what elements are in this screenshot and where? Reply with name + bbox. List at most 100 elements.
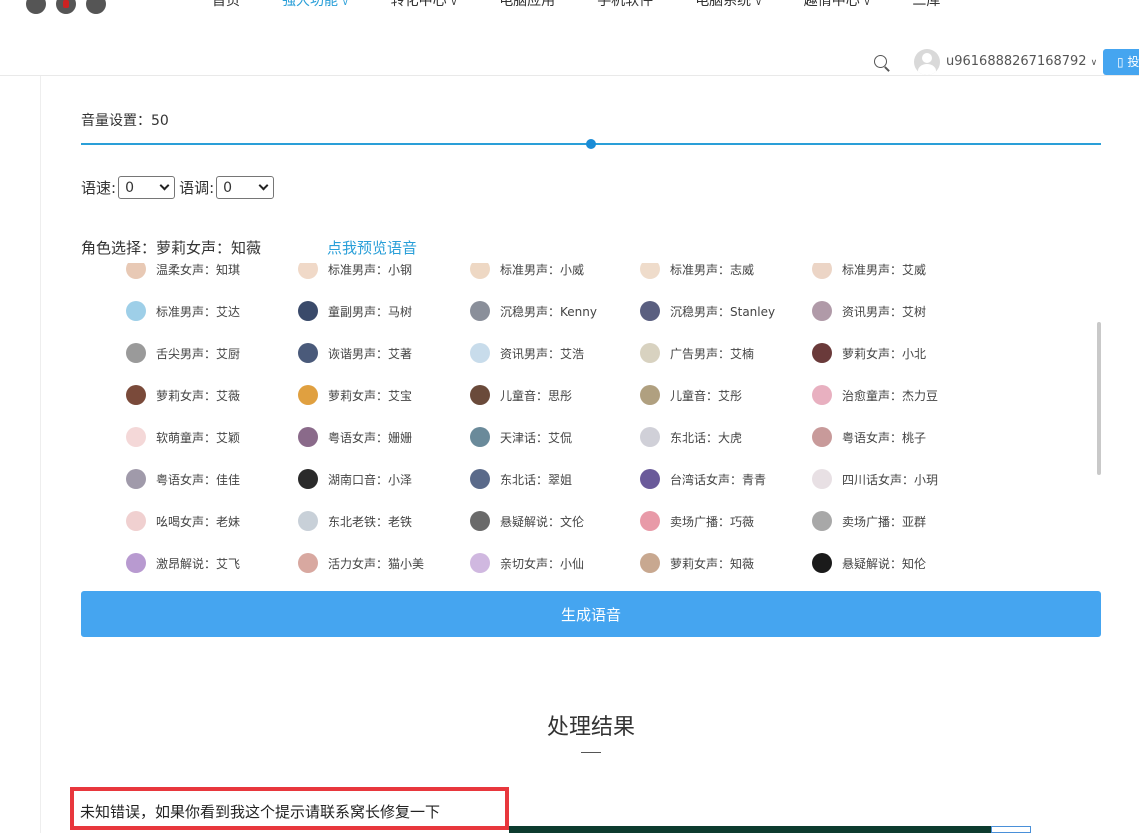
- voice-option[interactable]: 软萌童声：艾颖: [126, 426, 240, 448]
- voice-option[interactable]: 吆喝女声：老妹: [126, 510, 240, 532]
- voice-option[interactable]: 萝莉女声：小北: [812, 342, 926, 364]
- voice-option[interactable]: 东北老铁：老铁: [298, 510, 412, 532]
- chevron-down-icon: ∨: [450, 0, 458, 8]
- voice-avatar-icon: [640, 427, 660, 447]
- preview-voice-link[interactable]: 点我预览语音: [327, 237, 417, 258]
- tone-select[interactable]: 0: [216, 176, 275, 199]
- voice-option-label: 广告男声：艾楠: [670, 346, 755, 361]
- voice-option[interactable]: 东北话：翠姐: [470, 468, 572, 490]
- generate-voice-button[interactable]: 生成语音: [81, 591, 1101, 637]
- user-menu[interactable]: u9616888267168792 ∨: [946, 54, 1097, 69]
- voice-option[interactable]: 卖场广播：巧薇: [640, 510, 754, 532]
- voice-option[interactable]: 治愈童声：杰力豆: [812, 384, 938, 406]
- voice-option[interactable]: 童副男声：马树: [298, 300, 412, 322]
- voice-avatar-icon: [470, 343, 490, 363]
- voice-avatar-icon: [812, 263, 832, 279]
- logo-dot: [86, 0, 106, 14]
- voice-option[interactable]: 儿童音：艾彤: [640, 384, 742, 406]
- voice-avatar-icon: [126, 427, 146, 447]
- nav-item[interactable]: 转化中心 ∨: [391, 0, 458, 12]
- speed-select[interactable]: 0: [118, 176, 176, 199]
- voice-option[interactable]: 标准男声：志威: [640, 263, 754, 280]
- voice-option[interactable]: 沉稳男声：Stanley: [640, 300, 775, 322]
- voice-option[interactable]: 萝莉女声：艾宝: [298, 384, 412, 406]
- voice-option[interactable]: 四川话女声：小玥: [812, 468, 938, 490]
- voice-avatar-icon: [126, 553, 146, 573]
- ad-close-tag[interactable]: [991, 826, 1031, 833]
- voice-option-label: 萝莉女声：知薇: [670, 556, 755, 571]
- voice-avatar-icon: [298, 301, 318, 321]
- nav-item-label: 电脑应用: [499, 0, 556, 9]
- nav-item[interactable]: 二库: [912, 0, 940, 12]
- volume-value: 50: [151, 113, 169, 129]
- voice-option[interactable]: 萝莉女声：艾薇: [126, 384, 240, 406]
- voice-option[interactable]: 粤语女声：佳佳: [126, 468, 240, 490]
- voice-option[interactable]: 湖南口音：小泽: [298, 468, 412, 490]
- site-logo[interactable]: [26, 0, 106, 14]
- voice-option[interactable]: 标准男声：艾达: [126, 300, 240, 322]
- voice-avatar-icon: [298, 427, 318, 447]
- voice-option[interactable]: 亲切女声：小仙: [470, 552, 584, 574]
- voice-option[interactable]: 温柔女声：知琪: [126, 263, 240, 280]
- voice-option[interactable]: 悬疑解说：知伦: [812, 552, 926, 574]
- nav-item[interactable]: 强大功能 ∨: [282, 0, 349, 12]
- voice-option-label: 东北话：翠姐: [500, 472, 573, 487]
- voice-option[interactable]: 萝莉女声：知薇: [640, 552, 754, 574]
- voice-option-label: 亲切女声：小仙: [500, 556, 585, 571]
- voice-avatar-icon: [298, 385, 318, 405]
- voice-option[interactable]: 资讯男声：艾浩: [470, 342, 584, 364]
- voice-avatar-icon: [126, 343, 146, 363]
- voice-option[interactable]: 标准男声：小威: [470, 263, 584, 280]
- voice-option[interactable]: 粤语女声：姗姗: [298, 426, 412, 448]
- voice-list-scrollbar[interactable]: [1097, 322, 1101, 475]
- voice-option[interactable]: 舌尖男声：艾厨: [126, 342, 240, 364]
- voice-option[interactable]: 标准男声：艾威: [812, 263, 926, 280]
- voice-option-label: 资讯男声：艾浩: [500, 346, 585, 361]
- voice-option-label: 沉稳男声：Stanley: [670, 304, 776, 319]
- username-label: u9616888267168792: [946, 54, 1087, 69]
- voice-option[interactable]: 粤语女声：桃子: [812, 426, 926, 448]
- voice-option-label: 诙谐男声：艾著: [328, 346, 413, 361]
- voice-option[interactable]: 活力女声：猫小美: [298, 552, 424, 574]
- voice-option[interactable]: 激昂解说：艾飞: [126, 552, 240, 574]
- chevron-down-icon: ∨: [342, 0, 349, 8]
- voice-option-label: 粤语女声：佳佳: [156, 472, 241, 487]
- voice-option-label: 活力女声：猫小美: [328, 556, 425, 571]
- voice-option-label: 沉稳男声：Kenny: [500, 304, 597, 319]
- voice-option[interactable]: 卖场广播：亚群: [812, 510, 926, 532]
- role-selection-label: 角色选择：萝莉女声：知薇: [81, 239, 262, 257]
- user-avatar[interactable]: [914, 49, 940, 75]
- voice-option-label: 儿童音：思彤: [500, 388, 573, 403]
- nav-item[interactable]: 电脑系统 ∨: [695, 0, 762, 12]
- voice-option[interactable]: 资讯男声：艾树: [812, 300, 926, 322]
- chevron-down-icon: ∨: [755, 0, 762, 8]
- voice-option-label: 标准男声：小威: [500, 263, 585, 277]
- voice-option[interactable]: 悬疑解说：文伦: [470, 510, 584, 532]
- nav-item[interactable]: 手机软件: [597, 0, 653, 12]
- nav-item-label: 电脑系统: [695, 0, 752, 9]
- voice-option[interactable]: 儿童音：思彤: [470, 384, 572, 406]
- voice-option[interactable]: 诙谐男声：艾著: [298, 342, 412, 364]
- voice-option-label: 儿童音：艾彤: [670, 388, 743, 403]
- search-icon[interactable]: [874, 55, 890, 72]
- voice-avatar-icon: [470, 511, 490, 531]
- voice-avatar-icon: [640, 553, 660, 573]
- nav-item[interactable]: 首页: [212, 0, 240, 12]
- nav-item-label: 转化中心: [390, 0, 447, 9]
- voice-option[interactable]: 天津话：艾侃: [470, 426, 572, 448]
- chevron-down-icon: [159, 180, 170, 191]
- voice-avatar-icon: [126, 469, 146, 489]
- volume-slider-thumb[interactable]: [586, 139, 596, 149]
- ad-banner[interactable]: [509, 826, 1030, 833]
- voice-option[interactable]: 台湾话女声：青青: [640, 468, 766, 490]
- voice-avatar-icon: [812, 343, 832, 363]
- voice-option[interactable]: 标准男声：小钢: [298, 263, 412, 280]
- voice-option[interactable]: 广告男声：艾楠: [640, 342, 754, 364]
- voice-option[interactable]: 东北话：大虎: [640, 426, 742, 448]
- nav-item[interactable]: 电脑应用: [499, 0, 555, 12]
- voice-avatar-icon: [298, 343, 318, 363]
- voice-option[interactable]: 沉稳男声：Kenny: [470, 300, 597, 322]
- nav-item[interactable]: 趣情中心 ∨: [804, 0, 871, 12]
- logo-dot: [56, 0, 76, 14]
- post-button[interactable]: ▯ 投: [1103, 49, 1139, 75]
